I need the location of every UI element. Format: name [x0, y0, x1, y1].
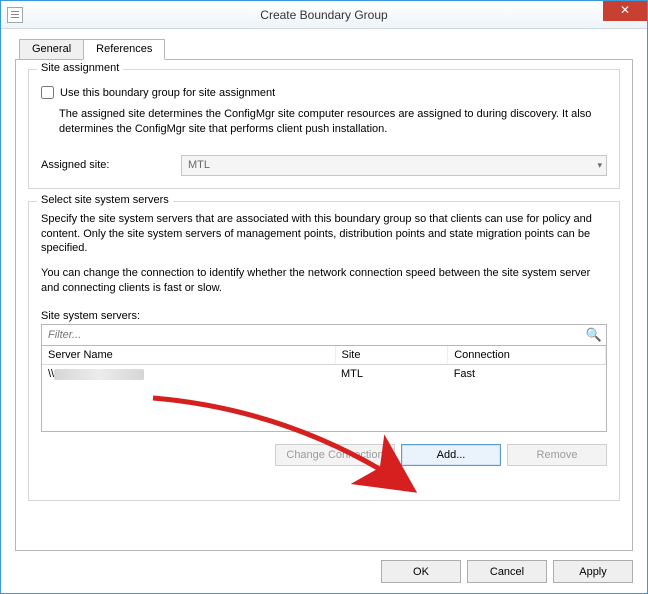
- col-site[interactable]: Site: [335, 346, 448, 365]
- redacted-text: [54, 369, 144, 380]
- add-button[interactable]: Add...: [401, 444, 501, 466]
- group-title-servers: Select site system servers: [37, 194, 173, 206]
- use-for-site-assignment-label: Use this boundary group for site assignm…: [60, 87, 275, 99]
- use-for-site-assignment-checkbox[interactable]: [41, 86, 54, 99]
- window-title: Create Boundary Group: [1, 8, 647, 22]
- tabstrip: General References: [19, 39, 633, 60]
- group-site-assignment: Site assignment Use this boundary group …: [28, 69, 620, 189]
- cell-site: MTL: [335, 364, 448, 383]
- change-connection-button: Change Connection: [275, 444, 395, 466]
- assigned-site-value: MTL: [188, 159, 210, 171]
- col-connection[interactable]: Connection: [448, 346, 606, 365]
- remove-button: Remove: [507, 444, 607, 466]
- assigned-site-combo[interactable]: MTL ▾: [181, 155, 607, 176]
- servers-description-2: You can change the connection to identif…: [41, 266, 607, 296]
- servers-table: Server Name Site Connection \\ MTL: [41, 346, 607, 432]
- tabpage-references: Site assignment Use this boundary group …: [15, 59, 633, 551]
- chevron-down-icon: ▾: [597, 160, 602, 171]
- cell-connection: Fast: [448, 364, 606, 383]
- site-assignment-description: The assigned site determines the ConfigM…: [59, 107, 607, 137]
- servers-list-label: Site system servers:: [41, 310, 607, 322]
- titlebar: Create Boundary Group ✕: [1, 1, 647, 29]
- filter-box[interactable]: 🔍: [41, 324, 607, 346]
- close-button[interactable]: ✕: [603, 1, 647, 21]
- filter-input[interactable]: [46, 326, 586, 344]
- tab-general[interactable]: General: [19, 39, 84, 60]
- tab-references[interactable]: References: [83, 39, 165, 60]
- search-icon: 🔍: [586, 327, 602, 343]
- cancel-button[interactable]: Cancel: [467, 560, 547, 583]
- apply-button[interactable]: Apply: [553, 560, 633, 583]
- close-icon: ✕: [620, 3, 630, 17]
- servers-description-1: Specify the site system servers that are…: [41, 212, 607, 257]
- assigned-site-label: Assigned site:: [41, 159, 181, 171]
- table-row[interactable]: \\ MTL Fast: [42, 364, 606, 383]
- group-servers: Select site system servers Specify the s…: [28, 201, 620, 501]
- col-server-name[interactable]: Server Name: [42, 346, 335, 365]
- group-title-site-assignment: Site assignment: [37, 62, 123, 74]
- ok-button[interactable]: OK: [381, 560, 461, 583]
